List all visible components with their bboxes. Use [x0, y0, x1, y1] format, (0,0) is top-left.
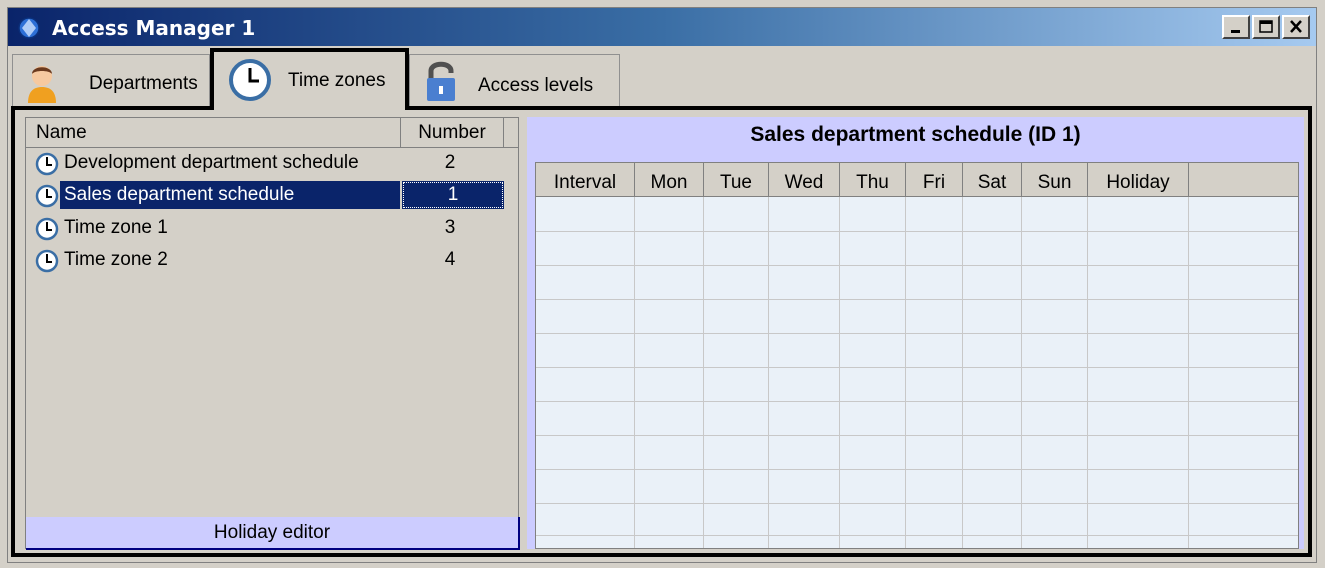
time-zones-panel: Name Number Development department sched… [11, 106, 1312, 557]
close-icon [1290, 20, 1302, 33]
column-header-number[interactable]: Number [401, 118, 504, 148]
close-button[interactable] [1282, 15, 1310, 39]
window-title: Access Manager 1 [52, 16, 256, 40]
clock-icon [35, 152, 59, 176]
person-icon [28, 66, 56, 103]
tab-access-levels-label: Access levels [478, 75, 594, 96]
column-header-thu[interactable]: Thu [840, 163, 906, 197]
time-zone-list[interactable]: Name Number Development department sched… [25, 117, 520, 550]
schedule-panel: Sales department schedule (ID 1) Interva… [527, 117, 1304, 549]
list-item-number: 4 [444, 249, 456, 270]
schedule-title: Sales department schedule (ID 1) [750, 123, 1081, 146]
clock-icon [35, 249, 59, 273]
column-header-mon[interactable]: Mon [635, 163, 704, 197]
list-item-selected[interactable]: Sales department schedule 1 [26, 180, 506, 212]
column-header-tue[interactable]: Tue [704, 163, 769, 197]
list-item-name: Sales department schedule [60, 181, 400, 209]
title-bar[interactable]: Access Manager 1 [8, 8, 1316, 46]
maximize-icon [1259, 20, 1273, 33]
clock-icon [35, 184, 59, 208]
clock-icon [229, 59, 271, 101]
access-manager-window: Access Manager 1 Departments Time zones [7, 7, 1317, 563]
app-icon [18, 17, 40, 39]
list-item[interactable]: Time zone 2 4 [26, 245, 506, 277]
tab-departments[interactable]: Departments [12, 54, 210, 106]
list-item-name: Time zone 1 [64, 217, 168, 238]
tab-access-levels[interactable]: Access levels [409, 54, 620, 106]
clock-icon [35, 217, 59, 241]
tab-departments-label: Departments [89, 73, 198, 94]
holiday-editor-button[interactable]: Holiday editor [26, 517, 520, 550]
column-header-sun[interactable]: Sun [1022, 163, 1088, 197]
column-header-sat[interactable]: Sat [963, 163, 1022, 197]
column-header-holiday[interactable]: Holiday [1088, 163, 1189, 197]
maximize-button[interactable] [1252, 15, 1280, 39]
list-item[interactable]: Time zone 1 3 [26, 213, 506, 245]
column-header-filler [1189, 163, 1298, 197]
column-header-interval[interactable]: Interval [536, 163, 635, 197]
padlock-icon [427, 61, 455, 101]
column-header-filler [504, 118, 518, 148]
list-item-name: Development department schedule [64, 152, 359, 173]
list-item[interactable]: Development department schedule 2 [26, 148, 506, 180]
tab-time-zones[interactable]: Time zones [210, 48, 409, 110]
list-item-number: 1 [402, 181, 504, 209]
column-header-wed[interactable]: Wed [769, 163, 840, 197]
minimize-button[interactable] [1222, 15, 1250, 39]
schedule-grid[interactable]: Interval Mon Tue Wed Thu Fri Sat Sun Hol… [535, 162, 1299, 549]
tab-time-zones-label: Time zones [288, 70, 386, 91]
list-item-number: 3 [444, 217, 456, 238]
minimize-icon [1231, 30, 1240, 33]
column-header-fri[interactable]: Fri [906, 163, 963, 197]
column-header-name[interactable]: Name [26, 118, 401, 148]
list-item-name: Time zone 2 [64, 249, 168, 270]
list-item-number: 2 [444, 152, 456, 173]
